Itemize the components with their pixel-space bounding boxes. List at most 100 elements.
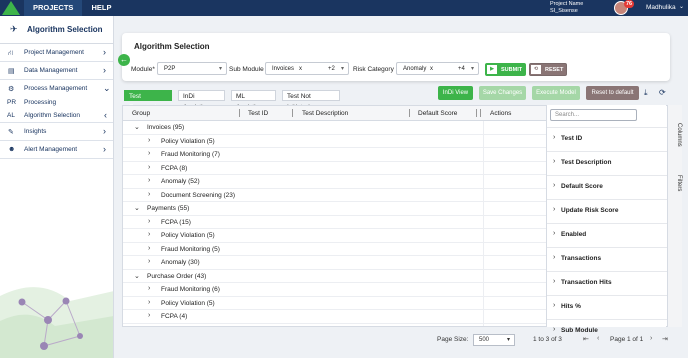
group-row[interactable]: ⌄ Invoices (95) bbox=[123, 121, 547, 135]
column-item[interactable]: › Update Risk Score bbox=[547, 199, 667, 223]
chevron-right-icon[interactable]: › bbox=[148, 258, 150, 265]
column-item[interactable]: › Test ID bbox=[547, 127, 667, 151]
row-label: Payments (55) bbox=[147, 205, 190, 212]
clear-icon[interactable]: x bbox=[299, 66, 302, 72]
notification-badge[interactable]: 76 bbox=[624, 0, 634, 8]
card-title: Algorithm Selection bbox=[134, 42, 210, 51]
chevron-right-icon[interactable]: › bbox=[148, 191, 150, 198]
next-page-icon[interactable]: › bbox=[650, 335, 652, 342]
chevron-right-icon[interactable]: › bbox=[148, 285, 150, 292]
subgroup-row[interactable]: › Fraud Monitoring (5) bbox=[123, 243, 547, 256]
module-select[interactable]: P2P ▾ bbox=[157, 62, 227, 75]
tab-filters[interactable]: Filters bbox=[669, 175, 682, 191]
subgroup-row[interactable]: › FCPA (8) bbox=[123, 162, 547, 175]
chevron-down-icon[interactable]: ⌄ bbox=[134, 123, 140, 131]
subgroup-row[interactable]: › Policy Violation (5) bbox=[123, 135, 547, 148]
chevron-right-icon[interactable]: › bbox=[148, 299, 150, 306]
chevron-right-icon[interactable]: › bbox=[553, 278, 555, 285]
column-item-label: Hits % bbox=[561, 303, 581, 310]
chevron-right-icon[interactable]: › bbox=[148, 177, 150, 184]
tab-test-not-initiated[interactable]: Test Not Initiated bbox=[282, 90, 340, 111]
sidebar-item-insights[interactable]: ✎ Insights › bbox=[0, 123, 113, 141]
subgroup-row[interactable]: › FCPA (4) bbox=[123, 310, 547, 324]
nav-help[interactable]: HELP bbox=[82, 0, 120, 16]
column-item[interactable]: › Enabled bbox=[547, 223, 667, 247]
col-separator[interactable] bbox=[292, 109, 293, 117]
page-size-select[interactable]: 500 ▾ bbox=[473, 334, 515, 346]
previous-page-icon[interactable]: ‹ bbox=[597, 335, 599, 342]
chevron-down-icon[interactable]: ⌄ bbox=[134, 204, 140, 212]
sidebar-header: ✈ Algorithm Selection bbox=[0, 16, 113, 44]
chevron-right-icon[interactable]: › bbox=[553, 182, 555, 189]
risk-category-select[interactable]: Anomaly x +4 ▾ bbox=[396, 62, 479, 75]
chevron-right-icon[interactable]: › bbox=[148, 218, 150, 225]
sidebar-title: Algorithm Selection bbox=[27, 25, 103, 34]
column-item[interactable]: › Hits % bbox=[547, 295, 667, 319]
column-item[interactable]: › Test Description bbox=[547, 151, 667, 175]
submit-button[interactable]: ▶ SUBMIT bbox=[485, 63, 526, 76]
app-logo[interactable] bbox=[0, 0, 22, 16]
chevron-right-icon[interactable]: › bbox=[553, 254, 555, 261]
sidebar-subitem-processing[interactable]: PR Processing bbox=[0, 96, 113, 109]
col-separator[interactable] bbox=[409, 109, 410, 117]
subgroup-row[interactable]: › Fraud Monitoring (6) bbox=[123, 283, 547, 297]
first-page-icon[interactable]: ⇤ bbox=[583, 335, 589, 343]
subgroup-row[interactable]: › Anomaly (30) bbox=[123, 256, 547, 270]
chevron-right-icon[interactable]: › bbox=[148, 164, 150, 171]
user-name[interactable]: Madhulika bbox=[646, 4, 676, 11]
tab-ml-analytics[interactable]: ML Analytics bbox=[231, 90, 276, 111]
save-changes-button[interactable]: Save Changes bbox=[479, 86, 526, 100]
chevron-right-icon[interactable]: › bbox=[553, 158, 555, 165]
chevron-right-icon[interactable]: › bbox=[148, 245, 150, 252]
back-arrow-icon[interactable]: ← bbox=[118, 54, 130, 66]
sidebar-item-project-management[interactable]: ⛙ Project Management › bbox=[0, 44, 113, 62]
chevron-down-icon[interactable]: ⌄ bbox=[134, 272, 140, 280]
chevron-right-icon[interactable]: › bbox=[148, 312, 150, 319]
col-header-group[interactable]: Group bbox=[132, 110, 150, 117]
submodule-select[interactable]: Invoices x +2 ▾ bbox=[265, 62, 349, 75]
sidebar-item-alert-management[interactable]: ☻ Alert Management › bbox=[0, 141, 113, 159]
pin-icon[interactable]: ✈ bbox=[10, 24, 18, 35]
chevron-right-icon[interactable]: › bbox=[148, 137, 150, 144]
subgroup-row[interactable]: › FCPA (15) bbox=[123, 216, 547, 229]
refresh-icon[interactable]: ⟳ bbox=[659, 88, 666, 97]
group-row[interactable]: ⌄ Payments (55) bbox=[123, 202, 547, 216]
sidebar-item-data-management[interactable]: ▤ Data Management › bbox=[0, 62, 113, 80]
subgroup-row[interactable]: › Policy Violation (5) bbox=[123, 297, 547, 310]
subgroup-row[interactable]: › Document Screening (23) bbox=[123, 189, 547, 202]
sidebar-subitem-algorithm-selection[interactable]: AL Algorithm Selection ‹ bbox=[0, 109, 113, 123]
col-header-test-description[interactable]: Test Description bbox=[302, 110, 348, 117]
col-header-actions[interactable]: Actions bbox=[490, 110, 511, 117]
tab-columns[interactable]: Columns bbox=[669, 123, 682, 147]
last-page-icon[interactable]: ⇥ bbox=[662, 335, 668, 343]
execute-model-button[interactable]: Execute Model bbox=[532, 86, 580, 100]
col-separator[interactable] bbox=[239, 109, 240, 117]
reset-to-default-button[interactable]: Reset to default bbox=[586, 86, 639, 100]
tab-test-executed[interactable]: Test Executed bbox=[124, 90, 172, 111]
chevron-right-icon[interactable]: › bbox=[148, 231, 150, 238]
col-separator[interactable] bbox=[476, 109, 477, 117]
col-separator[interactable] bbox=[480, 109, 481, 117]
col-header-test-id[interactable]: Test ID bbox=[248, 110, 268, 117]
column-search-input[interactable]: Search... bbox=[550, 109, 637, 121]
column-item[interactable]: › Transactions bbox=[547, 247, 667, 271]
reset-button[interactable]: ⟲ RESET bbox=[529, 63, 567, 76]
group-row[interactable]: ⌄ Purchase Order (43) bbox=[123, 270, 547, 283]
chevron-right-icon[interactable]: › bbox=[553, 134, 555, 141]
column-item[interactable]: › Transaction Hits bbox=[547, 271, 667, 295]
indi-view-button[interactable]: InDi View bbox=[438, 86, 473, 100]
user-menu-caret-icon[interactable]: ⌄ bbox=[679, 3, 684, 10]
subgroup-row[interactable]: › Policy Violation (5) bbox=[123, 229, 547, 243]
tab-indi-analytics[interactable]: InDi Analytics bbox=[178, 90, 225, 111]
clear-icon[interactable]: x bbox=[430, 66, 433, 72]
subgroup-row[interactable]: › Anomaly (52) bbox=[123, 175, 547, 189]
chevron-right-icon[interactable]: › bbox=[553, 302, 555, 309]
col-header-default-score[interactable]: Default Score bbox=[418, 110, 457, 117]
chevron-right-icon[interactable]: › bbox=[553, 230, 555, 237]
nav-projects[interactable]: PROJECTS bbox=[24, 0, 83, 16]
chevron-right-icon[interactable]: › bbox=[553, 206, 555, 213]
subgroup-row[interactable]: › Fraud Monitoring (7) bbox=[123, 148, 547, 162]
column-item[interactable]: › Default Score bbox=[547, 175, 667, 199]
chevron-right-icon[interactable]: › bbox=[148, 150, 150, 157]
download-icon[interactable]: ⤓ bbox=[644, 88, 648, 98]
